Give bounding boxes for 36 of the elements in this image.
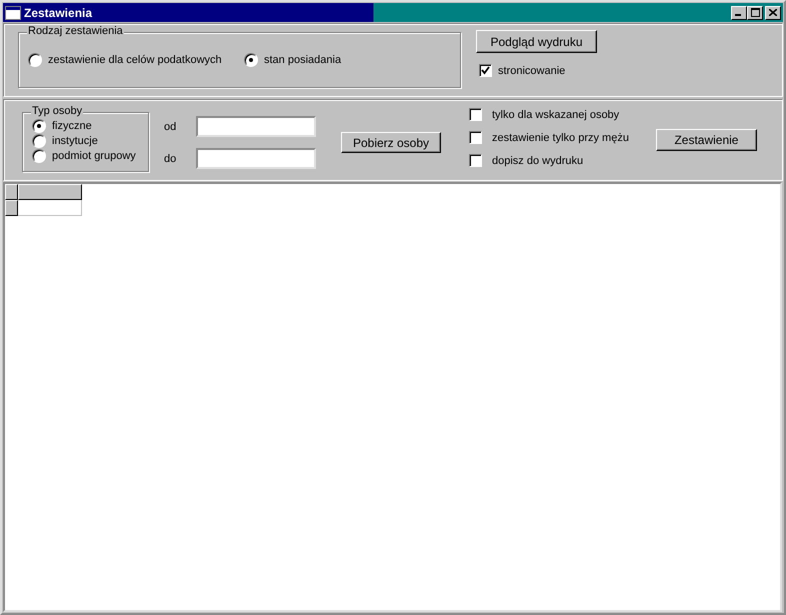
checkbox-option[interactable]: stronicowanie: [479, 64, 597, 77]
checkbox-option[interactable]: zestawienie tylko przy mężu: [469, 131, 629, 144]
window-icon: [5, 6, 21, 20]
from-field[interactable]: [196, 116, 316, 137]
checkbox[interactable]: [469, 154, 482, 167]
field-label: od: [164, 120, 178, 132]
minimize-button[interactable]: [731, 6, 747, 20]
radio-button[interactable]: [28, 53, 42, 67]
radio-option[interactable]: stan posiadania: [244, 53, 342, 67]
group-label: Rodzaj zestawienia: [27, 25, 124, 37]
radio-option[interactable]: podmiot grupowy: [23, 148, 148, 163]
checkbox[interactable]: [479, 64, 492, 77]
field-label: do: [164, 152, 178, 164]
print-preview-button[interactable]: Podgląd wydruku: [476, 30, 597, 53]
fetch-button[interactable]: Pobierz osoby: [341, 132, 441, 153]
radio-button[interactable]: [32, 148, 46, 162]
radio-option[interactable]: fizyczne: [23, 118, 148, 133]
group-label: Typ osoby: [31, 105, 84, 117]
radio-option[interactable]: instytucje: [23, 133, 148, 148]
radio-button[interactable]: [32, 118, 46, 132]
maximize-button[interactable]: [747, 6, 763, 20]
radio-button[interactable]: [244, 53, 258, 67]
window-title: Zestawienia: [24, 6, 94, 20]
radio-option[interactable]: zestawienie dla celów podatkowych: [28, 53, 244, 67]
maximize-icon: [750, 8, 760, 17]
check-icon: [481, 66, 490, 75]
checkbox-option[interactable]: tylko dla wskazanej osoby: [469, 108, 629, 121]
report-button[interactable]: Zestawienie: [656, 129, 757, 151]
table-cell: [18, 200, 82, 216]
checkbox-option[interactable]: dopisz do wydruku: [469, 154, 629, 167]
close-icon: [769, 9, 777, 16]
close-button[interactable]: [765, 6, 781, 20]
radio-button[interactable]: [32, 134, 46, 148]
to-field[interactable]: [196, 148, 316, 169]
checkbox[interactable]: [469, 131, 482, 144]
checkbox[interactable]: [469, 108, 482, 121]
